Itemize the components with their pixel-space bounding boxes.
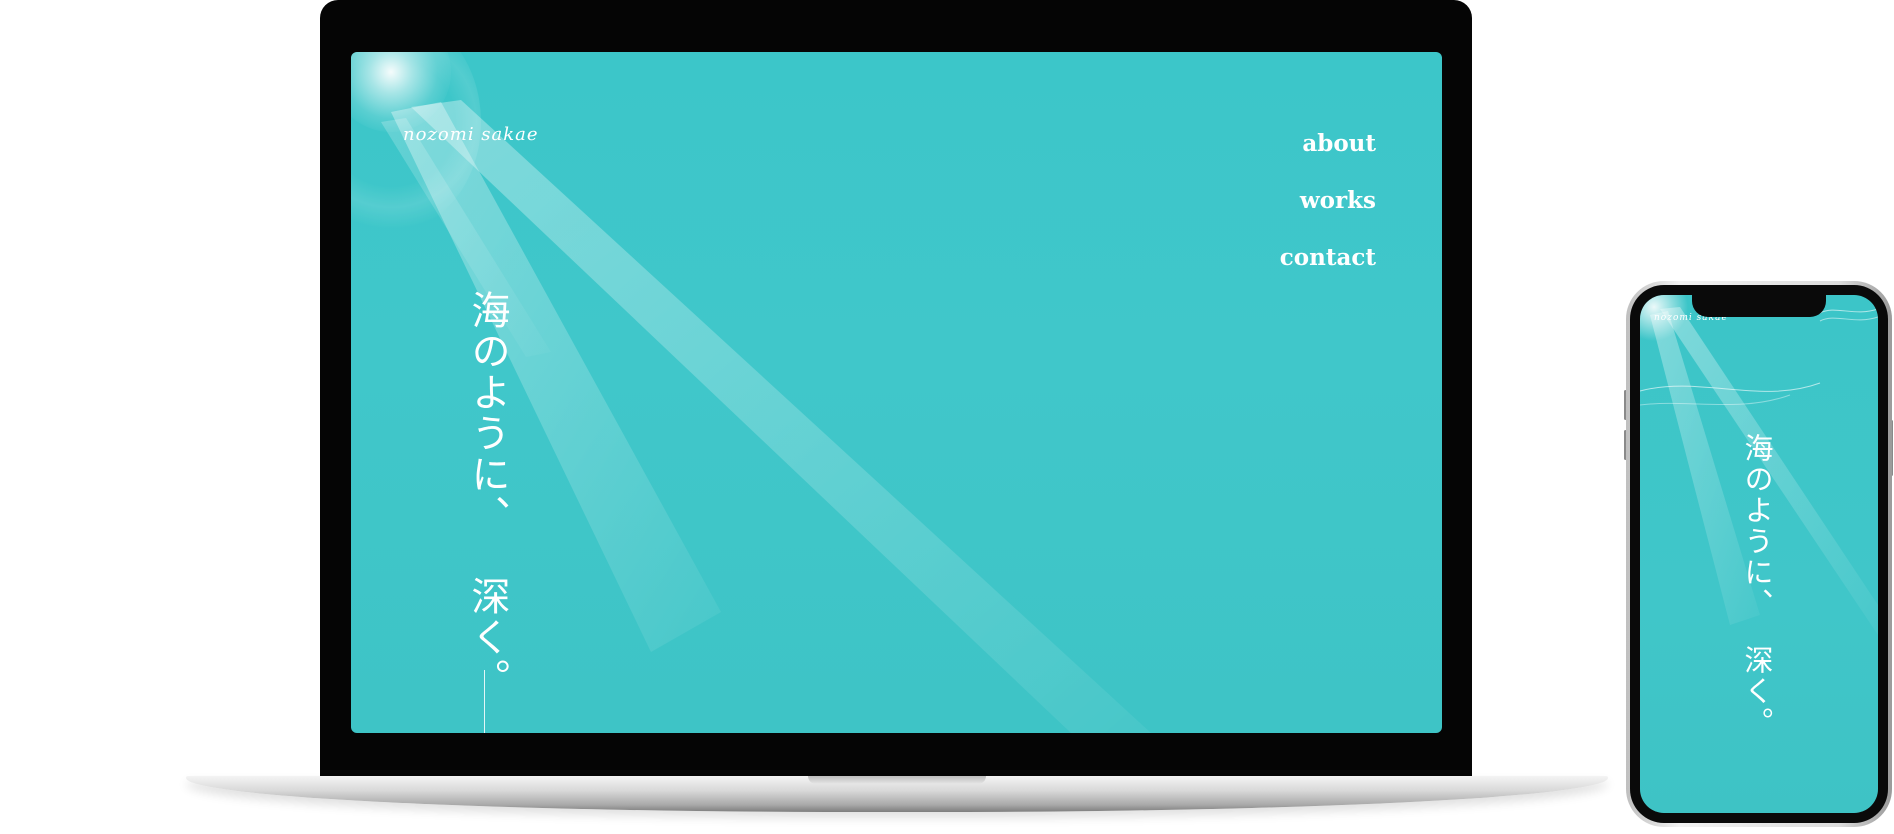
- phone-screen: nozomi sakae 海のように、深く。: [1640, 295, 1878, 813]
- main-nav: about works contact: [1280, 115, 1376, 286]
- nav-works-link[interactable]: works: [1280, 172, 1376, 229]
- laptop-screen: nozomi sakae about works contact 海のように、深…: [351, 52, 1442, 733]
- hero-tagline-line2: 深く。: [465, 576, 510, 699]
- phone-tagline-line2: 深く。: [1740, 645, 1774, 738]
- hero-tagline-line1: 海のように、: [465, 290, 510, 536]
- device-mockup-stage: nozomi sakae about works contact 海のように、深…: [0, 0, 1894, 834]
- hero-tagline: 海のように、深く。: [465, 290, 510, 699]
- light-rays: [381, 100, 1151, 733]
- site-logo[interactable]: nozomi sakae: [403, 124, 539, 145]
- wave-line: [1819, 308, 1878, 314]
- nav-about-link[interactable]: about: [1280, 115, 1376, 172]
- light-ray: [411, 100, 1151, 733]
- nav-contact-link[interactable]: contact: [1280, 229, 1376, 286]
- wave-line: [1640, 394, 1791, 406]
- phone-tagline-line1: 海のように、: [1740, 433, 1774, 619]
- laptop-base-notch: [808, 776, 986, 784]
- scroll-indicator-line[interactable]: [484, 670, 485, 733]
- phone-notch: [1692, 295, 1826, 317]
- wave-line: [1819, 316, 1878, 322]
- phone-hero-tagline: 海のように、深く。: [1740, 433, 1774, 738]
